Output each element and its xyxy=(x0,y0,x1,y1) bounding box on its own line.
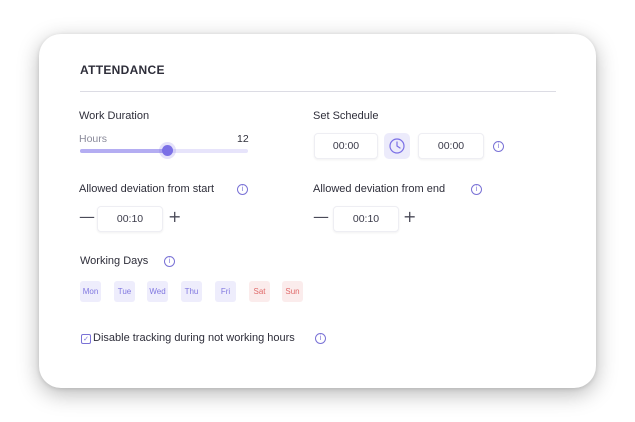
deviation-end-label: Allowed deviation from end xyxy=(313,183,446,195)
deviation-end-decrement-button[interactable]: — xyxy=(313,209,329,225)
deviation-start-info-icon[interactable]: i xyxy=(237,184,248,195)
deviation-start-label: Allowed deviation from start xyxy=(79,183,215,195)
deviation-start-decrement-button[interactable]: — xyxy=(79,209,95,225)
schedule-start-input[interactable]: 00:00 xyxy=(314,133,378,159)
schedule-clock-button[interactable] xyxy=(384,133,410,159)
day-fri[interactable]: Fri xyxy=(215,281,236,302)
schedule-end-input[interactable]: 00:00 xyxy=(418,133,484,159)
hours-slider-thumb[interactable] xyxy=(162,145,174,156)
set-schedule-label: Set Schedule xyxy=(313,110,379,122)
title-divider xyxy=(80,91,556,92)
working-days-info-icon[interactable]: i xyxy=(164,256,175,267)
working-days-label: Working Days xyxy=(80,255,149,267)
hours-label: Hours xyxy=(79,133,108,145)
deviation-start-input[interactable]: 00:10 xyxy=(97,206,163,232)
day-sun[interactable]: Sun xyxy=(282,281,303,302)
card-title: ATTENDANCE xyxy=(80,63,165,77)
disable-tracking-label[interactable]: Disable tracking during not working hour… xyxy=(93,332,295,344)
day-mon[interactable]: Mon xyxy=(80,281,101,302)
clock-icon xyxy=(389,138,405,154)
work-duration-label: Work Duration xyxy=(79,110,150,122)
deviation-end-input[interactable]: 00:10 xyxy=(333,206,399,232)
hours-slider[interactable] xyxy=(80,145,248,156)
hours-value: 12 xyxy=(237,133,249,145)
schedule-info-icon[interactable]: i xyxy=(493,141,504,152)
deviation-end-increment-button[interactable]: + xyxy=(403,209,416,225)
hours-slider-fill xyxy=(80,149,168,153)
tracking-info-icon[interactable]: i xyxy=(315,333,326,344)
day-thu[interactable]: Thu xyxy=(181,281,202,302)
day-sat[interactable]: Sat xyxy=(249,281,270,302)
attendance-card: ATTENDANCE Work Duration Hours 12 Set Sc… xyxy=(39,34,596,388)
day-tue[interactable]: Tue xyxy=(114,281,135,302)
deviation-start-increment-button[interactable]: + xyxy=(168,209,181,225)
deviation-end-info-icon[interactable]: i xyxy=(471,184,482,195)
disable-tracking-checkbox[interactable]: ✓ xyxy=(81,334,91,344)
day-wed[interactable]: Wed xyxy=(147,281,168,302)
